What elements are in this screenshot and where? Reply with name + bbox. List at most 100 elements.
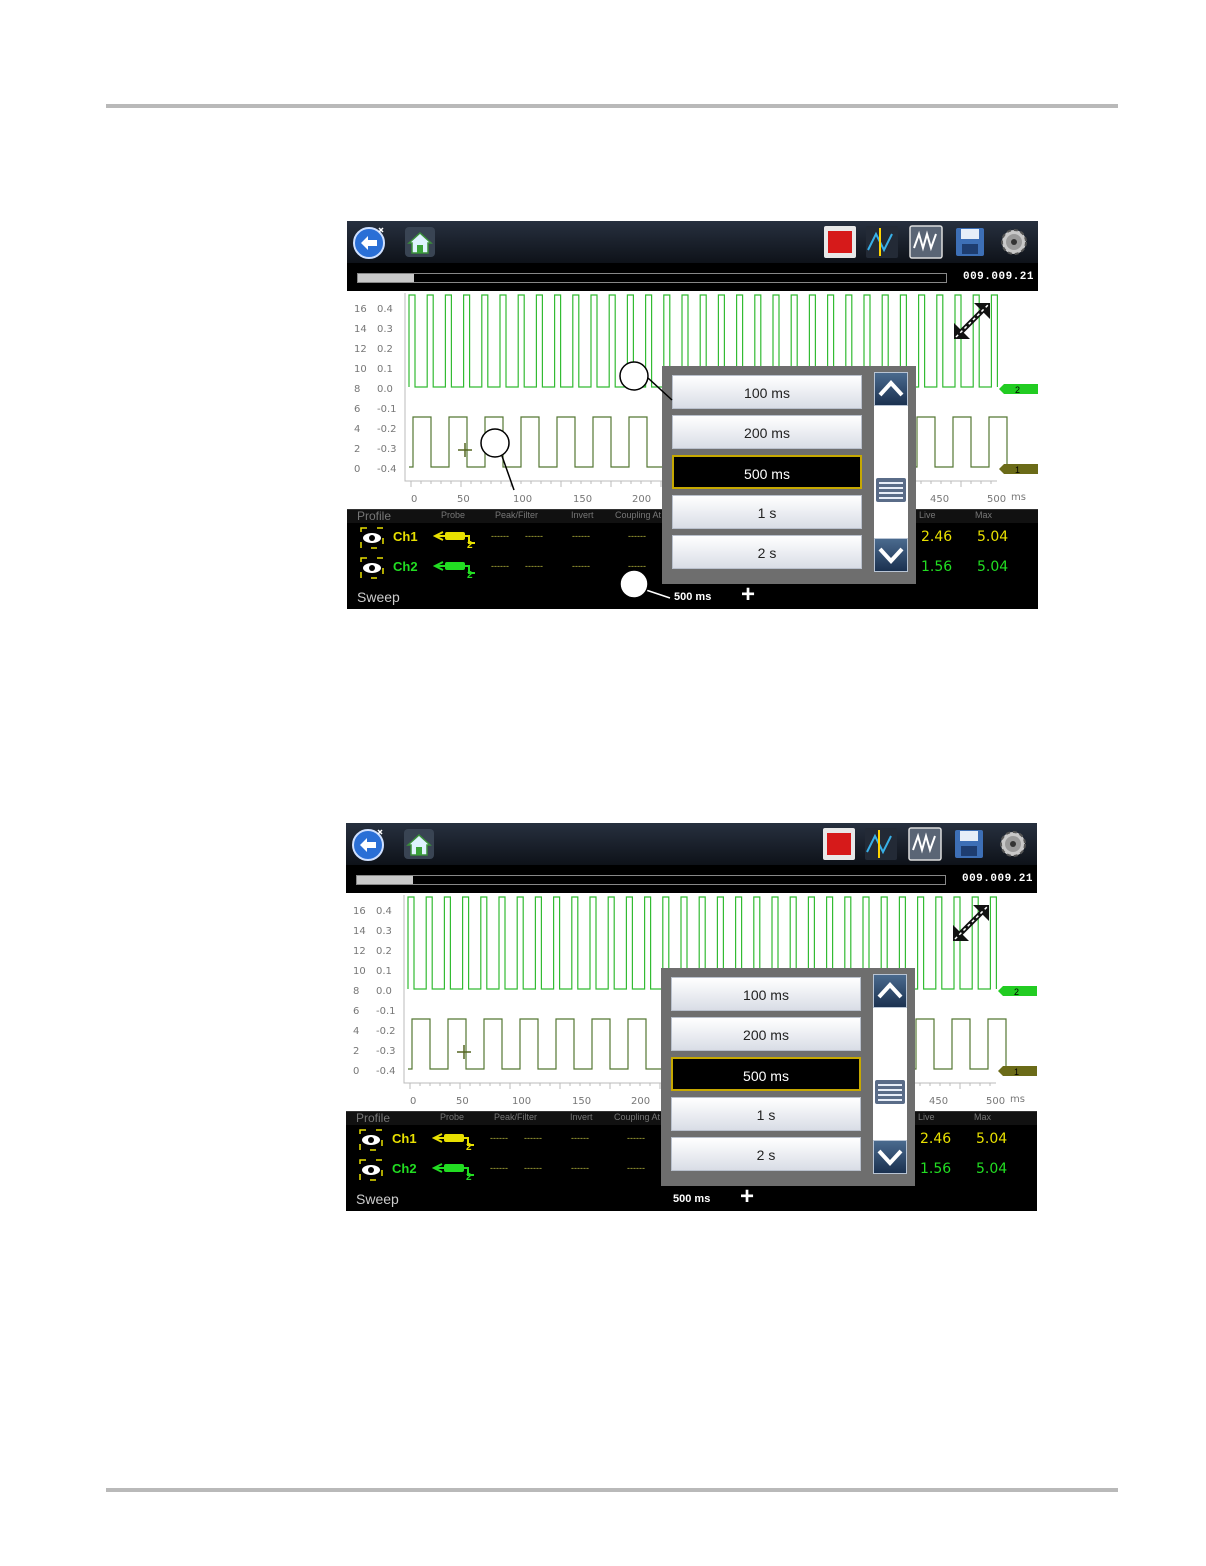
placeholder-dash: ------ (524, 1163, 542, 1173)
sweep-value-button[interactable]: 500 ms (674, 591, 711, 603)
channel-2-marker[interactable]: 2 (998, 986, 1037, 997)
sweep-option[interactable]: 100 ms (671, 977, 861, 1011)
sweep-option[interactable]: 100 ms (672, 375, 862, 409)
settings-button[interactable] (995, 826, 1031, 862)
sweep-dropdown: 100 ms 200 ms 500 ms 1 s 2 s (662, 366, 916, 584)
stop-button[interactable] (822, 224, 858, 260)
toolbar (347, 221, 1038, 263)
svg-text:2: 2 (1014, 987, 1019, 997)
sweep-option[interactable]: 200 ms (671, 1017, 861, 1051)
trigger-button[interactable] (863, 826, 899, 862)
sweep-option[interactable]: 1 s (671, 1097, 861, 1131)
dropdown-scrollbar[interactable] (873, 974, 907, 1174)
x-axis-tick-label: 200 (632, 494, 652, 505)
scope-screenshot: 009.009.21 2 1 16 14 12 10 8 6 4 2 0 0.4 0.3 0.2 0.1 0… (346, 823, 1037, 1211)
save-button[interactable] (951, 826, 987, 862)
save-button[interactable] (952, 224, 988, 260)
scroll-up-button[interactable] (874, 372, 908, 406)
sweep-label: Sweep (357, 589, 400, 605)
y-axis-label-left: 2 (354, 444, 361, 455)
placeholder-dash: ------ (571, 1133, 589, 1143)
sweep-option[interactable]: 2 s (671, 1137, 861, 1171)
home-icon (404, 829, 434, 859)
trigger-button[interactable] (864, 224, 900, 260)
scroll-thumb-icon[interactable] (875, 1080, 905, 1104)
max-value: 5.04 (977, 529, 1009, 545)
channel-name[interactable]: Ch1 (393, 529, 418, 544)
max-value: 5.04 (976, 1131, 1008, 1147)
visibility-eye-icon[interactable] (360, 557, 384, 579)
chevron-down-icon (878, 547, 904, 564)
y-axis-label-right: 0.3 (377, 324, 393, 335)
y-axis-label-left: 6 (353, 1006, 360, 1017)
scope-mode-button[interactable] (907, 826, 943, 862)
probe-icon[interactable]: 2 (433, 527, 477, 549)
y-axis-label-right: 0.2 (377, 344, 393, 355)
live-value: 1.56 (920, 1161, 952, 1177)
header-coupling: Coupling At (614, 1112, 661, 1122)
visibility-eye-icon[interactable] (360, 527, 384, 549)
chevron-up-icon (878, 380, 904, 397)
visibility-eye-icon[interactable] (359, 1159, 383, 1181)
svg-text:2: 2 (467, 570, 473, 579)
x-axis-tick-label: 450 (930, 494, 950, 505)
cursor-crosshair[interactable] (458, 443, 472, 457)
x-axis-tick-label: 500 (986, 1096, 1006, 1107)
gear-icon (1001, 229, 1027, 255)
channel-name[interactable]: Ch2 (392, 1161, 417, 1176)
y-axis-label-right: 0.2 (376, 946, 392, 957)
waveform-icon (908, 827, 942, 861)
live-value: 2.46 (920, 1131, 952, 1147)
home-button[interactable] (401, 826, 437, 862)
zoom-in-button[interactable]: + (741, 581, 755, 609)
scroll-down-button[interactable] (874, 538, 908, 572)
channel-name[interactable]: Ch2 (393, 559, 418, 574)
sweep-option[interactable]: 1 s (672, 495, 862, 529)
scroll-up-button[interactable] (873, 974, 907, 1008)
probe-icon[interactable]: 2 (432, 1129, 476, 1151)
sweep-option[interactable]: 500 ms (671, 1057, 861, 1091)
scroll-down-button[interactable] (873, 1140, 907, 1174)
header-profile: Profile (356, 1111, 391, 1125)
scroll-thumb-icon[interactable] (876, 478, 906, 502)
home-button[interactable] (402, 224, 438, 260)
chevron-up-icon (877, 982, 903, 999)
y-axis-label-left: 12 (354, 344, 367, 355)
cursor-crosshair[interactable] (457, 1045, 471, 1059)
y-axis-label-left: 0 (354, 464, 361, 475)
zoom-in-button[interactable]: + (740, 1183, 754, 1211)
header-invert: Invert (571, 510, 594, 520)
y-axis-label-right: -0.2 (376, 1026, 396, 1037)
trigger-icon (865, 828, 897, 860)
scope-mode-button[interactable] (908, 224, 944, 260)
y-axis-label-right: 0.4 (377, 304, 393, 315)
x-axis-tick-label: 50 (456, 1096, 469, 1107)
x-axis-tick-label: 150 (573, 494, 593, 505)
probe-icon[interactable]: 2 (432, 1159, 476, 1181)
dropdown-scrollbar[interactable] (874, 372, 908, 572)
probe-icon[interactable]: 2 (433, 557, 477, 579)
back-button[interactable] (350, 826, 386, 862)
sweep-option[interactable]: 2 s (672, 535, 862, 569)
y-axis-label-left: 12 (353, 946, 366, 957)
stop-button[interactable] (821, 826, 857, 862)
channel-1-marker[interactable]: 1 (998, 1066, 1037, 1077)
x-axis-tick-label: 450 (929, 1096, 949, 1107)
placeholder-dash: ------ (571, 1163, 589, 1173)
expand-icon[interactable] (950, 299, 994, 343)
visibility-eye-icon[interactable] (359, 1129, 383, 1151)
live-value: 1.56 (921, 559, 953, 575)
sweep-value-button[interactable]: 500 ms (673, 1193, 710, 1205)
channel-2-marker[interactable]: 2 (999, 384, 1038, 395)
expand-icon[interactable] (949, 901, 993, 945)
firmware-version: 009.009.21 (961, 873, 1033, 885)
channel-name[interactable]: Ch1 (392, 1131, 417, 1146)
header-peak-filter: Peak/Filter (494, 1112, 538, 1122)
placeholder-dash: ------ (572, 531, 590, 541)
back-button[interactable] (351, 224, 387, 260)
y-axis-label-right: -0.1 (376, 1006, 396, 1017)
sweep-option[interactable]: 500 ms (672, 455, 862, 489)
sweep-option[interactable]: 200 ms (672, 415, 862, 449)
settings-button[interactable] (996, 224, 1032, 260)
channel-1-marker[interactable]: 1 (999, 464, 1038, 475)
